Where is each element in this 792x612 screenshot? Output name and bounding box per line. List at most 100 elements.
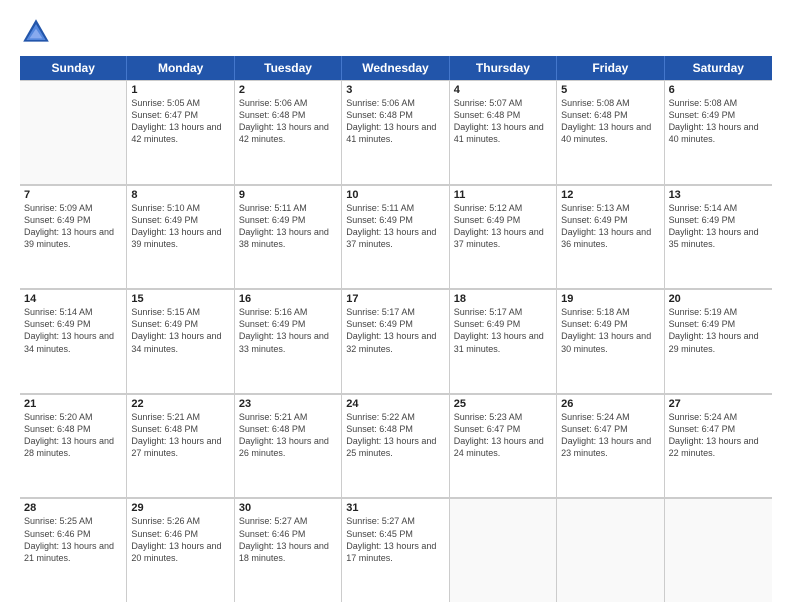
calendar-cell: 19Sunrise: 5:18 AM Sunset: 6:49 PM Dayli… xyxy=(557,289,664,393)
page: SundayMondayTuesdayWednesdayThursdayFrid… xyxy=(0,0,792,612)
day-info: Sunrise: 5:11 AM Sunset: 6:49 PM Dayligh… xyxy=(239,202,337,251)
calendar-cell: 12Sunrise: 5:13 AM Sunset: 6:49 PM Dayli… xyxy=(557,185,664,289)
day-number: 8 xyxy=(131,189,229,201)
day-number: 17 xyxy=(346,293,444,305)
day-number: 20 xyxy=(669,293,768,305)
day-number: 12 xyxy=(561,189,659,201)
header xyxy=(20,16,772,48)
calendar-cell: 27Sunrise: 5:24 AM Sunset: 6:47 PM Dayli… xyxy=(665,394,772,498)
calendar-cell: 26Sunrise: 5:24 AM Sunset: 6:47 PM Dayli… xyxy=(557,394,664,498)
day-number: 23 xyxy=(239,398,337,410)
calendar-cell: 8Sunrise: 5:10 AM Sunset: 6:49 PM Daylig… xyxy=(127,185,234,289)
day-number: 24 xyxy=(346,398,444,410)
day-info: Sunrise: 5:14 AM Sunset: 6:49 PM Dayligh… xyxy=(24,306,122,355)
calendar-cell: 14Sunrise: 5:14 AM Sunset: 6:49 PM Dayli… xyxy=(20,289,127,393)
calendar-week-5: 28Sunrise: 5:25 AM Sunset: 6:46 PM Dayli… xyxy=(20,498,772,602)
day-header-thursday: Thursday xyxy=(450,56,557,80)
day-number: 29 xyxy=(131,502,229,514)
day-info: Sunrise: 5:17 AM Sunset: 6:49 PM Dayligh… xyxy=(454,306,552,355)
day-info: Sunrise: 5:06 AM Sunset: 6:48 PM Dayligh… xyxy=(346,97,444,146)
day-number: 14 xyxy=(24,293,122,305)
calendar-week-3: 14Sunrise: 5:14 AM Sunset: 6:49 PM Dayli… xyxy=(20,289,772,394)
calendar-cell: 9Sunrise: 5:11 AM Sunset: 6:49 PM Daylig… xyxy=(235,185,342,289)
day-info: Sunrise: 5:08 AM Sunset: 6:48 PM Dayligh… xyxy=(561,97,659,146)
day-number: 27 xyxy=(669,398,768,410)
day-header-friday: Friday xyxy=(557,56,664,80)
day-header-sunday: Sunday xyxy=(20,56,127,80)
calendar-week-4: 21Sunrise: 5:20 AM Sunset: 6:48 PM Dayli… xyxy=(20,394,772,499)
day-number: 2 xyxy=(239,84,337,96)
day-number: 4 xyxy=(454,84,552,96)
day-number: 25 xyxy=(454,398,552,410)
day-number: 31 xyxy=(346,502,444,514)
calendar-cell: 24Sunrise: 5:22 AM Sunset: 6:48 PM Dayli… xyxy=(342,394,449,498)
logo-icon xyxy=(20,16,52,48)
day-number: 5 xyxy=(561,84,659,96)
calendar-cell: 6Sunrise: 5:08 AM Sunset: 6:49 PM Daylig… xyxy=(665,80,772,184)
day-info: Sunrise: 5:09 AM Sunset: 6:49 PM Dayligh… xyxy=(24,202,122,251)
calendar-cell: 3Sunrise: 5:06 AM Sunset: 6:48 PM Daylig… xyxy=(342,80,449,184)
day-number: 11 xyxy=(454,189,552,201)
day-number: 18 xyxy=(454,293,552,305)
day-info: Sunrise: 5:23 AM Sunset: 6:47 PM Dayligh… xyxy=(454,411,552,460)
day-number: 22 xyxy=(131,398,229,410)
day-number: 16 xyxy=(239,293,337,305)
day-info: Sunrise: 5:06 AM Sunset: 6:48 PM Dayligh… xyxy=(239,97,337,146)
calendar-cell: 5Sunrise: 5:08 AM Sunset: 6:48 PM Daylig… xyxy=(557,80,664,184)
day-header-saturday: Saturday xyxy=(665,56,772,80)
calendar-cell: 13Sunrise: 5:14 AM Sunset: 6:49 PM Dayli… xyxy=(665,185,772,289)
day-info: Sunrise: 5:16 AM Sunset: 6:49 PM Dayligh… xyxy=(239,306,337,355)
calendar-cell: 18Sunrise: 5:17 AM Sunset: 6:49 PM Dayli… xyxy=(450,289,557,393)
calendar-cell: 1Sunrise: 5:05 AM Sunset: 6:47 PM Daylig… xyxy=(127,80,234,184)
calendar-cell: 16Sunrise: 5:16 AM Sunset: 6:49 PM Dayli… xyxy=(235,289,342,393)
day-number: 7 xyxy=(24,189,122,201)
day-number: 13 xyxy=(669,189,768,201)
day-header-monday: Monday xyxy=(127,56,234,80)
calendar-cell: 25Sunrise: 5:23 AM Sunset: 6:47 PM Dayli… xyxy=(450,394,557,498)
calendar-cell: 7Sunrise: 5:09 AM Sunset: 6:49 PM Daylig… xyxy=(20,185,127,289)
day-info: Sunrise: 5:08 AM Sunset: 6:49 PM Dayligh… xyxy=(669,97,768,146)
calendar-cell: 30Sunrise: 5:27 AM Sunset: 6:46 PM Dayli… xyxy=(235,498,342,602)
day-info: Sunrise: 5:10 AM Sunset: 6:49 PM Dayligh… xyxy=(131,202,229,251)
day-number: 15 xyxy=(131,293,229,305)
day-info: Sunrise: 5:20 AM Sunset: 6:48 PM Dayligh… xyxy=(24,411,122,460)
day-number: 28 xyxy=(24,502,122,514)
day-info: Sunrise: 5:11 AM Sunset: 6:49 PM Dayligh… xyxy=(346,202,444,251)
day-number: 3 xyxy=(346,84,444,96)
calendar-cell xyxy=(665,498,772,602)
day-info: Sunrise: 5:14 AM Sunset: 6:49 PM Dayligh… xyxy=(669,202,768,251)
calendar-cell: 20Sunrise: 5:19 AM Sunset: 6:49 PM Dayli… xyxy=(665,289,772,393)
day-header-tuesday: Tuesday xyxy=(235,56,342,80)
calendar: SundayMondayTuesdayWednesdayThursdayFrid… xyxy=(20,56,772,602)
day-info: Sunrise: 5:22 AM Sunset: 6:48 PM Dayligh… xyxy=(346,411,444,460)
calendar-cell: 11Sunrise: 5:12 AM Sunset: 6:49 PM Dayli… xyxy=(450,185,557,289)
day-info: Sunrise: 5:07 AM Sunset: 6:48 PM Dayligh… xyxy=(454,97,552,146)
day-number: 10 xyxy=(346,189,444,201)
day-info: Sunrise: 5:05 AM Sunset: 6:47 PM Dayligh… xyxy=(131,97,229,146)
calendar-cell: 17Sunrise: 5:17 AM Sunset: 6:49 PM Dayli… xyxy=(342,289,449,393)
calendar-cell: 2Sunrise: 5:06 AM Sunset: 6:48 PM Daylig… xyxy=(235,80,342,184)
day-info: Sunrise: 5:19 AM Sunset: 6:49 PM Dayligh… xyxy=(669,306,768,355)
day-info: Sunrise: 5:26 AM Sunset: 6:46 PM Dayligh… xyxy=(131,515,229,564)
day-info: Sunrise: 5:21 AM Sunset: 6:48 PM Dayligh… xyxy=(131,411,229,460)
day-number: 30 xyxy=(239,502,337,514)
day-info: Sunrise: 5:21 AM Sunset: 6:48 PM Dayligh… xyxy=(239,411,337,460)
calendar-header: SundayMondayTuesdayWednesdayThursdayFrid… xyxy=(20,56,772,80)
calendar-cell: 23Sunrise: 5:21 AM Sunset: 6:48 PM Dayli… xyxy=(235,394,342,498)
day-number: 26 xyxy=(561,398,659,410)
day-info: Sunrise: 5:12 AM Sunset: 6:49 PM Dayligh… xyxy=(454,202,552,251)
calendar-cell xyxy=(20,80,127,184)
day-number: 19 xyxy=(561,293,659,305)
calendar-week-1: 1Sunrise: 5:05 AM Sunset: 6:47 PM Daylig… xyxy=(20,80,772,185)
calendar-cell xyxy=(557,498,664,602)
calendar-cell: 29Sunrise: 5:26 AM Sunset: 6:46 PM Dayli… xyxy=(127,498,234,602)
calendar-cell: 10Sunrise: 5:11 AM Sunset: 6:49 PM Dayli… xyxy=(342,185,449,289)
day-info: Sunrise: 5:18 AM Sunset: 6:49 PM Dayligh… xyxy=(561,306,659,355)
logo xyxy=(20,16,56,48)
day-number: 21 xyxy=(24,398,122,410)
day-info: Sunrise: 5:25 AM Sunset: 6:46 PM Dayligh… xyxy=(24,515,122,564)
day-info: Sunrise: 5:24 AM Sunset: 6:47 PM Dayligh… xyxy=(561,411,659,460)
calendar-cell: 28Sunrise: 5:25 AM Sunset: 6:46 PM Dayli… xyxy=(20,498,127,602)
day-info: Sunrise: 5:15 AM Sunset: 6:49 PM Dayligh… xyxy=(131,306,229,355)
calendar-cell: 22Sunrise: 5:21 AM Sunset: 6:48 PM Dayli… xyxy=(127,394,234,498)
